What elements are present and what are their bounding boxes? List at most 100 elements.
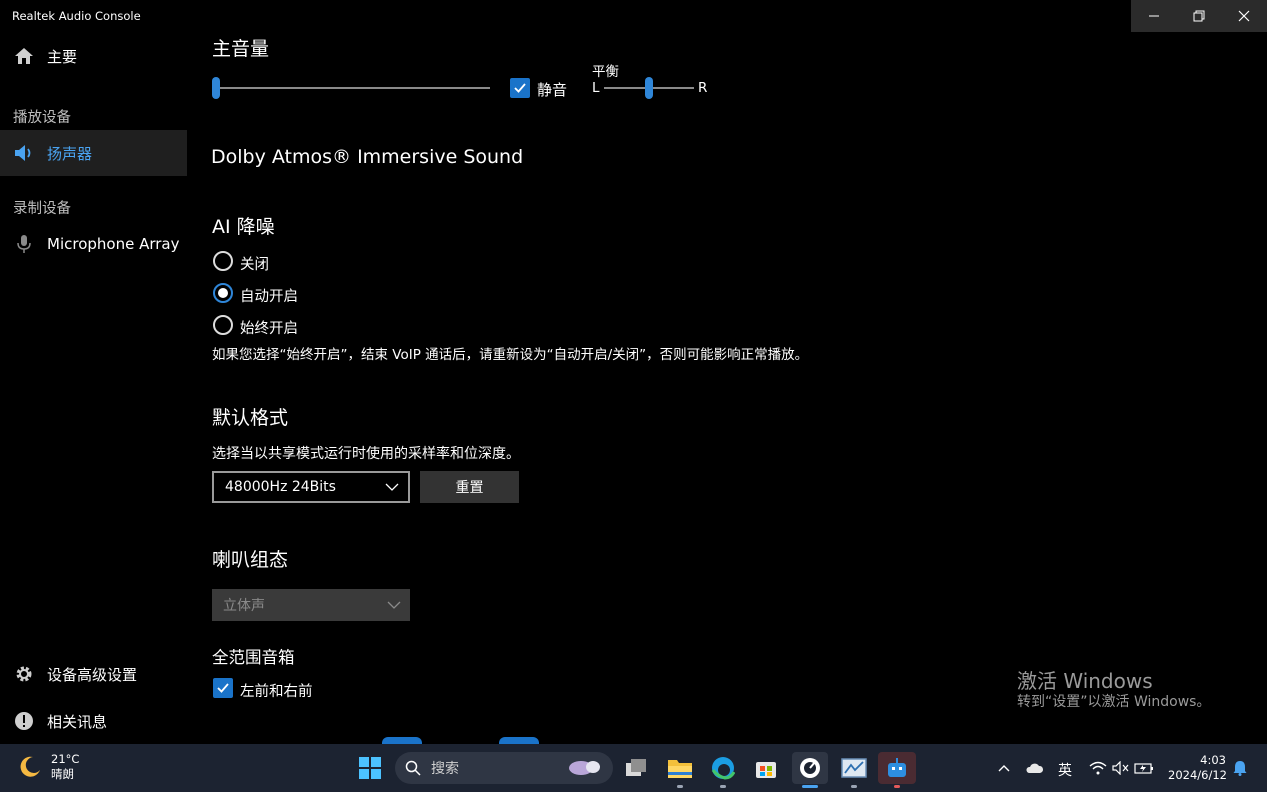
default-format-description: 选择当以共享模式运行时使用的采样率和位深度。 [212, 446, 520, 462]
battery-charging-icon [1134, 763, 1153, 774]
weather-widget[interactable]: 21°C 晴朗 [18, 752, 79, 782]
speaker-config-value: 立体声 [223, 598, 265, 614]
balance-slider-thumb[interactable] [645, 77, 653, 99]
sidebar-item-microphone[interactable]: Microphone Array [0, 221, 187, 267]
balance-left-label: L [592, 80, 600, 96]
full-range-checkbox[interactable] [213, 678, 233, 698]
close-icon [1238, 10, 1249, 22]
edge-icon [711, 757, 735, 780]
full-range-option-label: 左前和右前 [240, 684, 313, 700]
weather-description: 晴朗 [51, 767, 74, 781]
radio-label: 关闭 [240, 257, 269, 273]
clock-date: 2024/6/12 [1168, 768, 1227, 782]
app-title: Realtek Audio Console [12, 9, 141, 23]
ime-indicator[interactable]: 英 [1058, 760, 1072, 780]
ai-noise-option[interactable]: 关闭 [212, 251, 412, 273]
balance-slider[interactable] [604, 76, 694, 100]
sidebar-item-home[interactable]: 主要 [0, 33, 187, 79]
sidebar-item-info[interactable]: 相关讯息 [0, 698, 187, 744]
speaker-icon [13, 142, 35, 164]
right-speaker-graphic [499, 737, 539, 744]
store-button[interactable] [750, 752, 782, 784]
clock-time: 4:03 [1200, 753, 1226, 767]
task-view-icon [626, 759, 646, 776]
taskbar: 21°C 晴朗 搜索 英 4:03 2024/6/12 [0, 744, 1267, 792]
sidebar: 主要 播放设备 扬声器 录制设备 Microphone Array 设备高级设置… [0, 32, 187, 744]
main-volume-title: 主音量 [212, 38, 270, 60]
edge-button[interactable] [707, 752, 739, 784]
robot-icon [888, 758, 906, 777]
tray-overflow-button[interactable] [988, 752, 1020, 784]
activation-subtitle: 转到“设置”以激活 Windows。 [1017, 694, 1211, 710]
running-indicator [894, 785, 900, 788]
monitor-app-icon [841, 758, 867, 778]
balance-right-label: R [698, 80, 708, 96]
left-speaker-graphic [382, 737, 422, 744]
search-highlight-icon [569, 761, 600, 775]
search-placeholder: 搜索 [431, 761, 459, 777]
sidebar-item-speaker[interactable]: 扬声器 [0, 130, 187, 176]
audio-console-icon [800, 758, 820, 778]
format-select[interactable]: 48000Hz 24Bits [212, 471, 410, 503]
sidebar-item-advanced[interactable]: 设备高级设置 [0, 651, 187, 697]
radio-button[interactable] [213, 251, 233, 271]
volume-slider-thumb[interactable] [212, 77, 220, 99]
windows-logo-icon [359, 757, 381, 779]
assistant-app-button[interactable] [878, 752, 916, 784]
sidebar-item-label: 设备高级设置 [47, 665, 138, 684]
mute-label: 静音 [537, 81, 568, 99]
restore-button[interactable] [1176, 0, 1221, 32]
taskbar-clock[interactable]: 4:03 2024/6/12 [1168, 753, 1227, 783]
chevron-down-icon [385, 483, 399, 491]
onedrive-button[interactable] [1018, 752, 1050, 784]
search-icon [405, 760, 421, 776]
speaker-config-select: 立体声 [212, 589, 410, 621]
sidebar-item-label: 扬声器 [47, 144, 93, 163]
reset-button[interactable]: 重置 [420, 471, 519, 503]
radio-dot [218, 288, 228, 298]
checkmark-icon [217, 683, 229, 693]
taskbar-search[interactable]: 搜索 [395, 752, 613, 784]
minimize-button[interactable] [1131, 0, 1176, 32]
minimize-icon [1148, 15, 1159, 17]
running-indicator [720, 785, 726, 788]
store-icon [756, 762, 776, 778]
ai-noise-option[interactable]: 自动开启 [212, 283, 412, 305]
home-icon [13, 45, 35, 67]
radio-button[interactable] [213, 283, 233, 303]
file-explorer-button[interactable] [664, 752, 696, 784]
running-indicator [677, 785, 683, 788]
weather-temperature: 21°C [51, 752, 80, 766]
audio-console-button[interactable] [792, 752, 828, 784]
ai-noise-option[interactable]: 始终开启 [212, 315, 412, 337]
gear-icon [13, 663, 35, 685]
chevron-up-icon [998, 765, 1010, 772]
bell-icon [1233, 761, 1247, 776]
window-controls [1131, 0, 1267, 32]
dolby-title: Dolby Atmos® Immersive Sound [211, 146, 524, 168]
sidebar-item-label: 相关讯息 [47, 712, 108, 731]
notifications-button[interactable] [1224, 752, 1256, 784]
playback-section-title: 播放设备 [13, 110, 71, 126]
active-indicator [802, 785, 818, 788]
checkmark-icon [514, 83, 526, 93]
recording-section-title: 录制设备 [13, 201, 71, 217]
close-button[interactable] [1221, 0, 1266, 32]
ai-noise-note: 如果您选择“始终开启”，结束 VoIP 通话后，请重新设为“自动开启/关闭”，否… [212, 347, 809, 363]
radio-button[interactable] [213, 315, 233, 335]
moon-icon [20, 756, 40, 777]
battery-button[interactable] [1128, 752, 1160, 784]
mute-checkbox[interactable] [510, 78, 530, 98]
format-select-value: 48000Hz 24Bits [225, 479, 336, 495]
start-button[interactable] [354, 752, 386, 784]
default-format-title: 默认格式 [212, 407, 289, 429]
speaker-config-title: 喇叭组态 [212, 549, 289, 571]
volume-slider[interactable] [212, 76, 492, 100]
microphone-icon [13, 233, 35, 255]
folder-icon [668, 760, 692, 778]
radio-label: 始终开启 [240, 321, 298, 337]
sidebar-item-label: 主要 [47, 47, 78, 66]
task-view-button[interactable] [620, 752, 652, 784]
monitor-app-button[interactable] [838, 752, 870, 784]
radio-label: 自动开启 [240, 289, 298, 305]
